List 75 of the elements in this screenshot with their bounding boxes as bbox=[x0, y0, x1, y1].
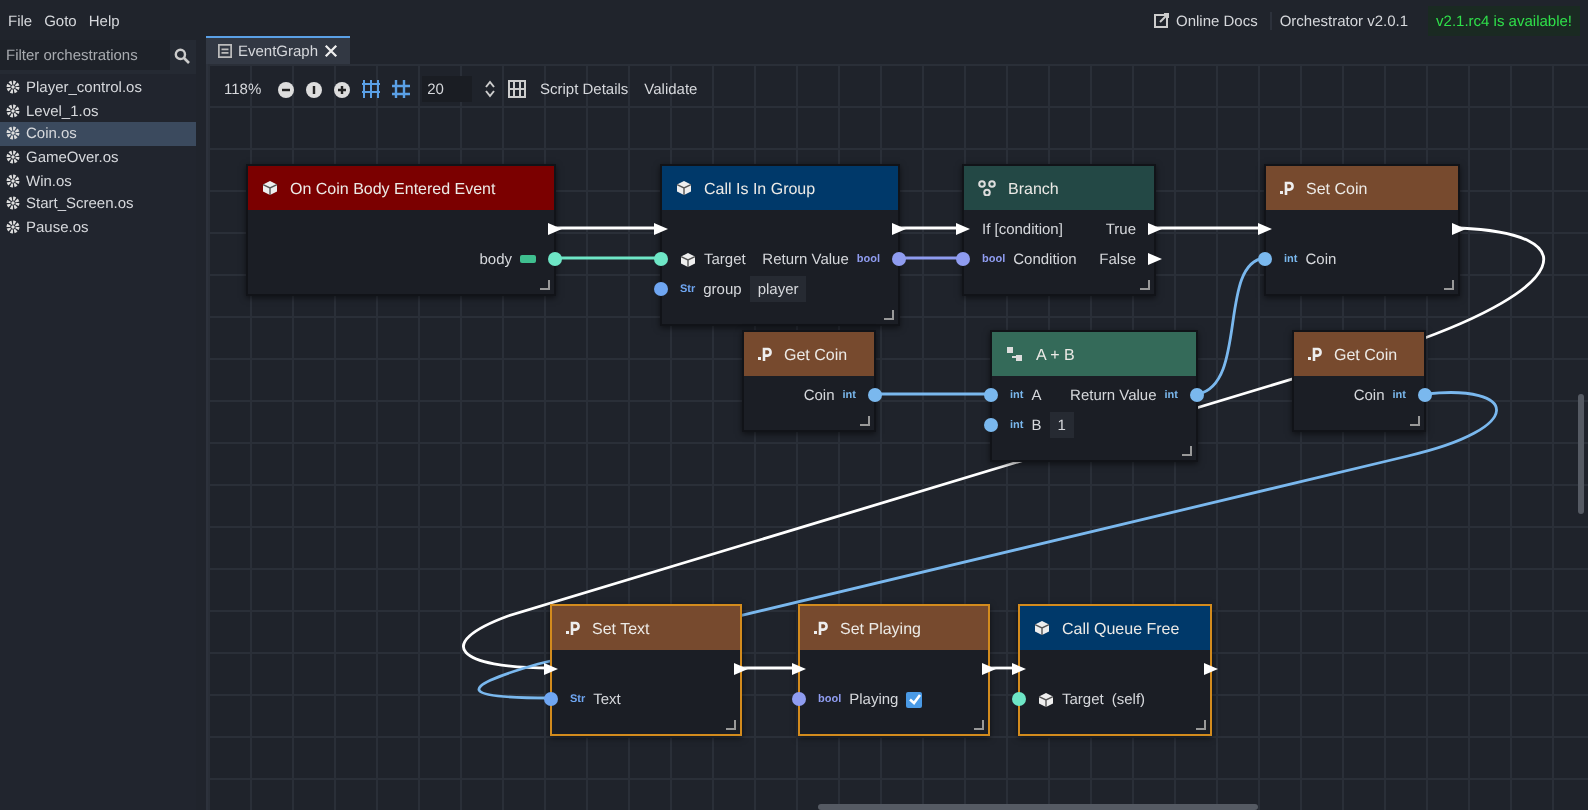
property-icon bbox=[566, 620, 580, 636]
resize-grip-icon[interactable] bbox=[1410, 416, 1420, 426]
property-icon bbox=[814, 620, 828, 636]
exec-pin[interactable] bbox=[654, 222, 668, 236]
exec-pin[interactable] bbox=[1204, 662, 1218, 676]
node-title: Set Text bbox=[592, 619, 650, 637]
close-icon[interactable] bbox=[324, 44, 339, 58]
cube-icon bbox=[262, 180, 278, 196]
exec-pin[interactable] bbox=[1452, 222, 1466, 236]
resize-grip-icon[interactable] bbox=[540, 280, 550, 290]
resize-grip-icon[interactable] bbox=[884, 310, 894, 320]
spinner-arrows-icon[interactable] bbox=[483, 80, 496, 98]
exec-pin[interactable] bbox=[548, 222, 562, 236]
cube-icon bbox=[680, 251, 696, 267]
search-icon bbox=[174, 47, 190, 63]
zoom-out-icon[interactable] bbox=[277, 81, 294, 97]
input-pin[interactable] bbox=[654, 252, 668, 266]
grid-icon[interactable] bbox=[361, 80, 380, 98]
node-title: Set Coin bbox=[1306, 179, 1368, 197]
output-pin[interactable] bbox=[868, 388, 882, 402]
exec-pin[interactable] bbox=[1258, 222, 1272, 236]
property-icon bbox=[1280, 180, 1294, 196]
resize-grip-icon[interactable] bbox=[974, 720, 984, 730]
property-icon bbox=[1308, 346, 1322, 362]
cube-icon bbox=[1038, 691, 1054, 707]
zoom-reset-icon[interactable] bbox=[305, 81, 322, 97]
node-title: Call Queue Free bbox=[1062, 619, 1180, 637]
node-title: Branch bbox=[1008, 179, 1059, 197]
exec-pin[interactable] bbox=[544, 662, 558, 676]
input-pin[interactable] bbox=[1258, 252, 1272, 266]
exec-pin[interactable] bbox=[956, 222, 970, 236]
exec-pin[interactable] bbox=[892, 222, 906, 236]
resize-grip-icon[interactable] bbox=[1444, 280, 1454, 290]
node-title: Get Coin bbox=[784, 345, 848, 363]
object-type-icon bbox=[520, 254, 536, 264]
document-icon bbox=[218, 44, 232, 58]
node-title: Set Playing bbox=[840, 619, 921, 637]
exec-pin[interactable] bbox=[982, 662, 996, 676]
property-icon bbox=[758, 346, 772, 362]
branch-icon bbox=[978, 180, 996, 196]
resize-grip-icon[interactable] bbox=[1140, 280, 1150, 290]
cube-icon bbox=[1034, 620, 1050, 636]
output-pin[interactable] bbox=[548, 252, 562, 266]
map-icon[interactable] bbox=[507, 80, 526, 98]
input-pin[interactable] bbox=[544, 692, 558, 706]
input-pin[interactable] bbox=[654, 282, 668, 296]
input-pin[interactable] bbox=[956, 252, 970, 266]
scrollbar[interactable] bbox=[1578, 394, 1584, 514]
scrollbar[interactable] bbox=[818, 804, 1258, 810]
exec-pin[interactable] bbox=[1148, 252, 1162, 266]
input-pin[interactable] bbox=[792, 692, 806, 706]
exec-pin[interactable] bbox=[1012, 662, 1026, 676]
input-pin[interactable] bbox=[984, 388, 998, 402]
resize-grip-icon[interactable] bbox=[726, 720, 736, 730]
node-title: A + B bbox=[1036, 345, 1075, 363]
zoom-in-icon[interactable] bbox=[333, 81, 350, 97]
input-pin[interactable] bbox=[1012, 692, 1026, 706]
node-title: Call Is In Group bbox=[704, 179, 816, 197]
node-title: On Coin Body Entered Event bbox=[290, 179, 496, 197]
resize-grip-icon[interactable] bbox=[1196, 720, 1206, 730]
exec-pin[interactable] bbox=[734, 662, 748, 676]
input-pin[interactable] bbox=[984, 418, 998, 432]
output-pin[interactable] bbox=[892, 252, 906, 266]
exec-pin[interactable] bbox=[792, 662, 806, 676]
snap-grid-icon[interactable] bbox=[391, 80, 410, 98]
operator-icon bbox=[1006, 346, 1024, 362]
output-pin[interactable] bbox=[1418, 388, 1432, 402]
external-link-icon bbox=[1153, 12, 1170, 28]
cube-icon bbox=[676, 180, 692, 196]
checkbox[interactable] bbox=[906, 691, 923, 707]
node-title: Get Coin bbox=[1334, 345, 1398, 363]
exec-pin[interactable] bbox=[1148, 222, 1162, 236]
output-pin[interactable] bbox=[1190, 388, 1204, 402]
resize-grip-icon[interactable] bbox=[860, 416, 870, 426]
resize-grip-icon[interactable] bbox=[1182, 446, 1192, 456]
